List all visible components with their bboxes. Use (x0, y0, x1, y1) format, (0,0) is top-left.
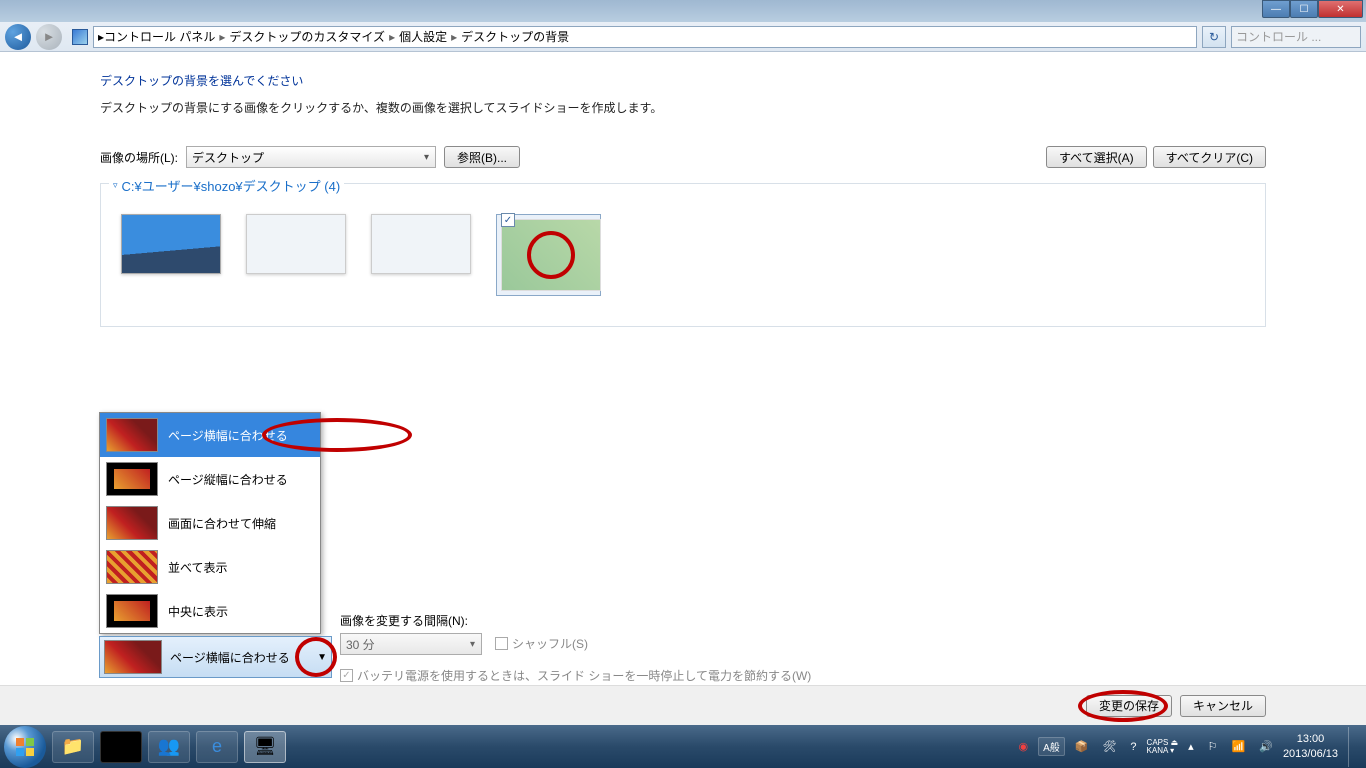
thumbnail[interactable] (121, 214, 226, 296)
interval-label: 画像を変更する間隔(N): (340, 612, 482, 629)
tray-volume-icon[interactable]: 🔊 (1255, 738, 1277, 755)
tray-flag-icon[interactable]: ⚐ (1204, 738, 1222, 755)
taskbar-explorer-icon[interactable]: 📁 (52, 731, 94, 763)
search-input[interactable]: コントロール ... (1231, 26, 1361, 48)
position-option-fill-width[interactable]: ページ横幅に合わせる (100, 413, 320, 457)
caps-kana-indicator: CAPS ⏏KANA ▾ (1147, 739, 1179, 755)
taskbar-ie-icon[interactable]: e (196, 731, 238, 763)
page-heading: デスクトップの背景を選んでください (100, 72, 1366, 89)
position-dropdown[interactable]: ページ横幅に合わせる ▼ (99, 636, 332, 678)
thumbnail[interactable] (371, 214, 476, 296)
position-option-fill-height[interactable]: ページ縦幅に合わせる (100, 457, 320, 501)
control-panel-icon (72, 29, 88, 45)
tray-network-icon[interactable]: 📶 (1228, 738, 1250, 755)
cancel-button[interactable]: キャンセル (1180, 695, 1266, 717)
ime-status[interactable]: A般 (1038, 737, 1065, 756)
chevron-down-icon: ▼ (317, 652, 327, 663)
show-desktop-button[interactable] (1348, 727, 1358, 767)
thumbnail-checkbox[interactable]: ✓ (501, 213, 515, 227)
start-button[interactable] (4, 726, 46, 768)
thumbnail[interactable] (246, 214, 351, 296)
tray-icon[interactable]: 🛠 (1098, 738, 1120, 755)
page-subtext: デスクトップの背景にする画像をクリックするか、複数の画像を選択してスライドショー… (100, 99, 1366, 116)
window-close-button[interactable]: ✕ (1318, 0, 1363, 18)
shuffle-checkbox[interactable] (495, 637, 508, 650)
location-label: 画像の場所(L): (100, 149, 178, 166)
taskbar-messenger-icon[interactable]: 👥 (148, 731, 190, 763)
window-minimize-button[interactable]: — (1262, 0, 1290, 18)
content-area: デスクトップの背景を選んでください デスクトップの背景にする画像をクリックするか… (0, 52, 1366, 685)
image-folder-group: ▿ C:¥ユーザー¥shozo¥デスクトップ (4) ✓ (100, 183, 1266, 327)
breadcrumb-item[interactable]: デスクトップのカスタマイズ (229, 28, 385, 45)
refresh-button[interactable]: ↻ (1202, 26, 1226, 48)
forward-button[interactable]: ► (36, 24, 62, 50)
battery-checkbox[interactable] (340, 669, 353, 682)
breadcrumb-item[interactable]: コントロール パネル (104, 28, 215, 45)
thumbnail-selected[interactable]: ✓ (496, 214, 601, 296)
save-button[interactable]: 変更の保存 (1086, 695, 1172, 717)
browse-button[interactable]: 参照(B)... (444, 146, 520, 168)
location-dropdown[interactable]: デスクトップ (186, 146, 436, 168)
tray-icon[interactable]: ◉ (1014, 738, 1032, 755)
dialog-footer: 変更の保存 キャンセル (0, 685, 1366, 725)
clear-all-button[interactable]: すべてクリア(C) (1153, 146, 1266, 168)
back-button[interactable]: ◄ (5, 24, 31, 50)
taskbar: 📁 ✳ 👥 e 🖥 ◉ A般 📦 🛠 ? CAPS ⏏KANA ▾ ▴ ⚐ 📶 … (0, 725, 1366, 768)
folder-path[interactable]: ▿ C:¥ユーザー¥shozo¥デスクトップ (4) (109, 176, 344, 195)
breadcrumb-item[interactable]: 個人設定 (399, 28, 447, 45)
position-option-tile[interactable]: 並べて表示 (100, 545, 320, 589)
position-option-stretch[interactable]: 画面に合わせて伸縮 (100, 501, 320, 545)
breadcrumb[interactable]: ▸ コントロール パネル▸ デスクトップのカスタマイズ▸ 個人設定▸ デスクトッ… (93, 26, 1197, 48)
shuffle-label: シャッフル(S) (512, 635, 588, 652)
nav-bar: ◄ ► ▸ コントロール パネル▸ デスクトップのカスタマイズ▸ 個人設定▸ デ… (0, 22, 1366, 52)
position-option-center[interactable]: 中央に表示 (100, 589, 320, 633)
windows-logo-icon (15, 737, 35, 757)
tray-icon[interactable]: 📦 (1071, 738, 1093, 755)
title-bar: — ☐ ✕ (0, 0, 1366, 22)
tray-overflow-icon[interactable]: ▴ (1184, 738, 1198, 755)
tray-help-icon[interactable]: ? (1126, 739, 1140, 755)
breadcrumb-item[interactable]: デスクトップの背景 (461, 28, 569, 45)
window-maximize-button[interactable]: ☐ (1290, 0, 1318, 18)
taskbar-control-panel-icon[interactable]: 🖥 (244, 731, 286, 763)
position-dropdown-popup: ページ横幅に合わせる ページ縦幅に合わせる 画面に合わせて伸縮 並べて表示 中央… (99, 412, 321, 634)
tray-clock[interactable]: 13:00 2013/06/13 (1283, 732, 1338, 761)
interval-dropdown[interactable]: 30 分 (340, 633, 482, 655)
select-all-button[interactable]: すべて選択(A) (1046, 146, 1147, 168)
taskbar-app-icon[interactable]: ✳ (100, 731, 142, 763)
battery-label: バッテリ電源を使用するときは、スライド ショーを一時停止して電力を節約する(W) (357, 667, 811, 684)
